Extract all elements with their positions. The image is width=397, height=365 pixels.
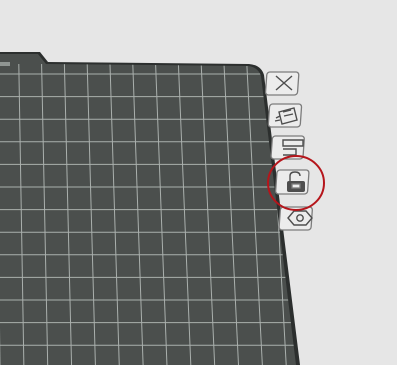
lock-plate-button[interactable] xyxy=(274,169,310,195)
build-plate[interactable] xyxy=(0,52,320,365)
close-button[interactable] xyxy=(264,71,300,96)
3d-viewport[interactable] xyxy=(0,0,397,365)
arrange-objects-button[interactable] xyxy=(267,103,303,128)
plate-edge-highlight xyxy=(0,62,10,66)
